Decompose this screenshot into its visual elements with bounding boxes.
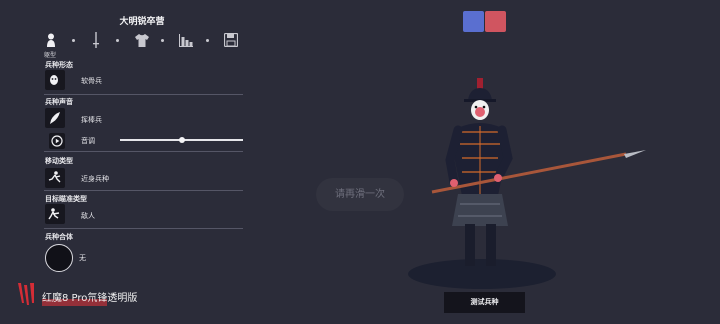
unit-editor-panel: 大明锐卒营 躯型 兵种形态 软骨兵 兵种声音 挥棒兵 音调 移动类型 近身兵种 … [0, 0, 250, 324]
movement-icon[interactable] [45, 168, 65, 188]
play-icon[interactable] [49, 133, 65, 149]
target-icon[interactable] [45, 204, 65, 224]
pitch-label: 音调 [81, 137, 95, 145]
tab-separator-dot [72, 39, 75, 42]
editor-tabs: 躯型 [44, 32, 244, 59]
redmagic-logo-icon [18, 283, 34, 305]
section-divider [44, 228, 243, 229]
tab-separator-dot [116, 39, 119, 42]
tab-separator-dot [161, 39, 164, 42]
movement-title: 移动类型 [45, 157, 73, 165]
test-unit-button[interactable]: 测试兵种 [444, 292, 525, 313]
team-color-red-swatch[interactable] [485, 11, 506, 32]
voice-value[interactable]: 挥棒兵 [81, 115, 102, 125]
body-form-title: 兵种形态 [45, 61, 73, 69]
swipe-hint: 请再滑一次 [316, 178, 404, 211]
target-value[interactable]: 敌人 [81, 211, 95, 221]
combine-value[interactable]: 无 [79, 253, 86, 263]
pitch-slider-knob[interactable] [178, 137, 185, 143]
movement-value[interactable]: 近身兵种 [81, 174, 109, 184]
voice-title: 兵种声音 [45, 98, 73, 106]
save-tab-icon[interactable] [223, 32, 239, 48]
section-divider [44, 94, 243, 95]
pitch-slider[interactable] [120, 137, 243, 143]
soldier-model[interactable] [420, 70, 660, 280]
body-tab-icon[interactable] [46, 32, 60, 48]
shirt-tab-icon[interactable] [135, 32, 149, 48]
body-tab-label: 躯型 [44, 52, 57, 59]
team-color-blue-swatch[interactable] [463, 11, 484, 32]
body-form-icon[interactable] [45, 70, 65, 90]
body-form-value[interactable]: 软骨兵 [81, 76, 102, 86]
watermark-text: 红魔8 Pro氘锋透明版 [42, 293, 138, 304]
combine-title: 兵种合体 [45, 233, 73, 241]
target-title: 目标瞄准类型 [45, 195, 87, 203]
section-divider [44, 151, 243, 152]
unit-name-title: 大明锐卒营 [119, 17, 165, 27]
stats-tab-icon[interactable] [179, 32, 193, 48]
tab-separator-dot [206, 39, 209, 42]
section-divider [44, 190, 243, 191]
voice-icon[interactable] [45, 108, 65, 128]
combine-slot[interactable] [45, 244, 73, 272]
sword-tab-icon[interactable] [92, 32, 106, 48]
